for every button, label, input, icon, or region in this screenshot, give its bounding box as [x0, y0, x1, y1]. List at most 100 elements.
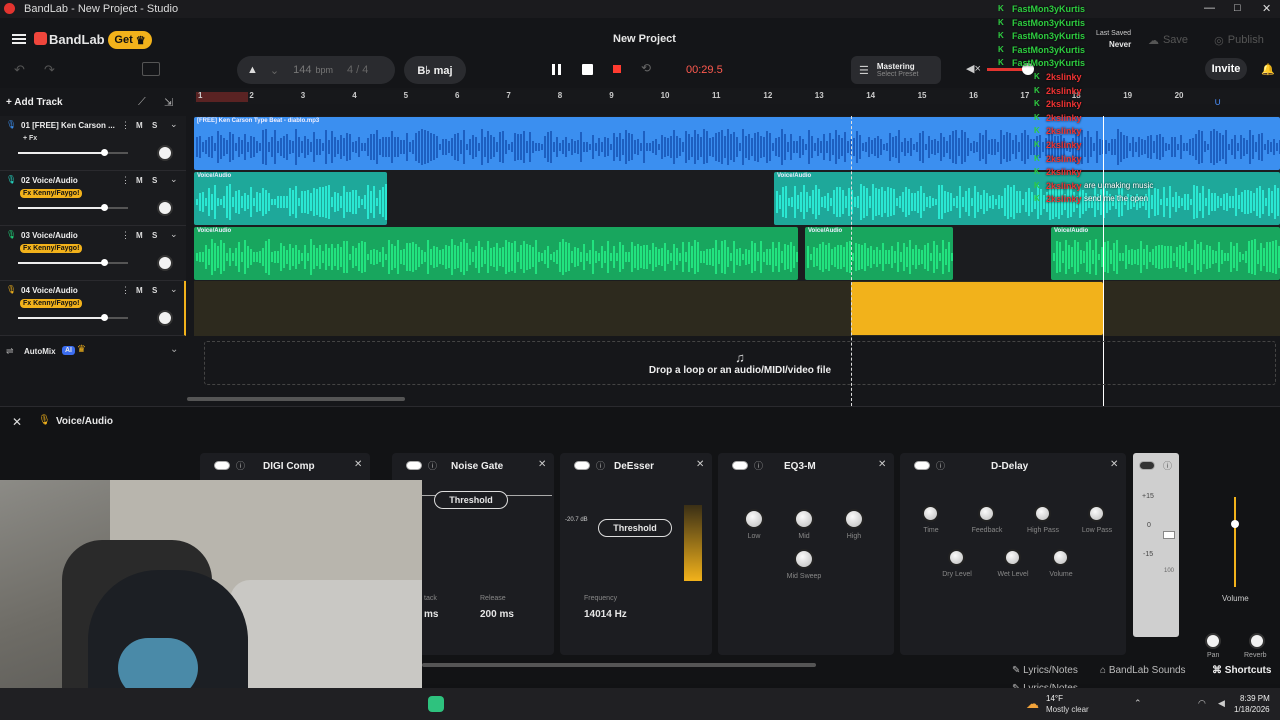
track-volume-handle[interactable] — [101, 149, 108, 156]
delay-knob[interactable] — [1052, 549, 1069, 566]
track-volume-slider[interactable] — [18, 317, 128, 319]
voice-clip[interactable]: Voice/Audio — [1051, 227, 1280, 280]
minimize-button[interactable]: — — [1204, 2, 1215, 14]
undo-icon[interactable]: ↶ — [14, 62, 25, 78]
chevron-down-icon[interactable]: ⌄ — [270, 64, 279, 77]
release-value[interactable]: 200 ms — [480, 609, 514, 620]
redo-icon[interactable]: ↷ — [44, 62, 55, 78]
track-fx-badge[interactable]: Fx Kenny/Faygo! — [20, 299, 83, 308]
track-chevron-icon[interactable]: ⌄ — [170, 174, 178, 185]
plugin-toggle[interactable] — [732, 461, 748, 470]
track-fx-badge[interactable]: + Fx — [20, 134, 40, 143]
track-fx-badge[interactable]: Fx Kenny/Faygo! — [20, 189, 83, 198]
bpm-value[interactable]: 144 — [293, 64, 311, 76]
voice-clip[interactable]: Voice/Audio — [194, 172, 387, 225]
plugin-info-icon[interactable]: ⓘ — [428, 459, 437, 472]
solo-button[interactable]: S — [152, 176, 157, 185]
delay-knob[interactable] — [922, 505, 939, 522]
volume-fader-knob[interactable] — [1231, 520, 1239, 528]
pan-knob[interactable] — [1205, 633, 1221, 649]
plugin-close-icon[interactable]: ✕ — [538, 459, 546, 470]
solo-button[interactable]: S — [152, 286, 157, 295]
delay-knob[interactable] — [1088, 505, 1105, 522]
time-signature[interactable]: 4 / 4 — [347, 64, 368, 76]
notification-bell-icon[interactable]: 🔔 — [1261, 63, 1275, 76]
solo-button[interactable]: S — [152, 121, 157, 130]
drop-zone[interactable]: ♫ Drop a loop or an audio/MIDI/video fil… — [204, 341, 1276, 385]
add-track-button[interactable]: + Add Track — [6, 97, 63, 108]
track-more-icon[interactable]: ⋮ — [121, 175, 130, 186]
eq-knob[interactable] — [794, 549, 814, 569]
track-more-icon[interactable]: ⋮ — [121, 120, 130, 131]
mute-button[interactable]: M — [136, 286, 143, 295]
scale-info-icon[interactable]: ⓘ — [1163, 459, 1172, 472]
frequency-value[interactable]: 14014 Hz — [584, 609, 627, 620]
tray-chevron-icon[interactable]: ⌃ — [1134, 698, 1142, 709]
wand-icon[interactable]: ⟋ — [138, 96, 146, 109]
plugin-info-icon[interactable]: ⓘ — [936, 459, 945, 472]
automix-row[interactable]: ⇌ AutoMix AI ♛ ⌄ — [0, 338, 186, 368]
plugin-info-icon[interactable]: ⓘ — [754, 459, 763, 472]
plugin-toggle[interactable] — [574, 461, 590, 470]
volume-mute-icon[interactable]: ◀× — [966, 62, 981, 75]
track-more-icon[interactable]: ⋮ — [121, 285, 130, 296]
stop-button[interactable] — [582, 64, 593, 75]
scale-toggle[interactable] — [1139, 461, 1155, 470]
snap-icon[interactable]: ∪ — [1214, 97, 1221, 108]
track-chevron-icon[interactable]: ⌄ — [170, 119, 178, 130]
taskbar-app-icon[interactable] — [428, 696, 444, 712]
close-window-button[interactable]: ✕ — [1262, 2, 1271, 15]
close-fx-icon[interactable]: ✕ — [12, 415, 22, 429]
plugin-info-icon[interactable]: ⓘ — [236, 459, 245, 472]
mute-button[interactable]: M — [136, 231, 143, 240]
invite-button[interactable]: Invite — [1205, 58, 1247, 80]
track-name[interactable]: 02 Voice/Audio — [21, 176, 78, 185]
track-chevron-icon[interactable]: ⌄ — [170, 284, 178, 295]
record-button[interactable] — [613, 65, 621, 73]
pause-button[interactable] — [548, 62, 566, 78]
track-pan-knob[interactable] — [157, 145, 173, 161]
track-volume-handle[interactable] — [101, 314, 108, 321]
automix-chevron-icon[interactable]: ⌄ — [170, 344, 178, 355]
track-more-icon[interactable]: ⋮ — [121, 230, 130, 241]
plugin-close-icon[interactable]: ✕ — [696, 459, 704, 470]
eq-knob[interactable] — [844, 509, 864, 529]
track-fx-badge[interactable]: Fx Kenny/Faygo! — [20, 244, 83, 253]
delay-knob[interactable] — [978, 505, 995, 522]
piano-icon[interactable] — [142, 62, 160, 76]
tray-network-icon[interactable]: ◠ — [1198, 698, 1206, 709]
mastering-selector[interactable]: ☰ Mastering Select Preset — [851, 56, 941, 84]
eq-knob[interactable] — [744, 509, 764, 529]
threshold-dropdown[interactable]: Threshold — [434, 491, 508, 509]
plugin-toggle[interactable] — [214, 461, 230, 470]
maximize-button[interactable]: □ — [1234, 2, 1241, 14]
horizontal-scrollbar[interactable] — [187, 397, 405, 401]
loop-region[interactable] — [196, 92, 248, 102]
track-pan-knob[interactable] — [157, 200, 173, 216]
bandlab-sounds-button[interactable]: ⌂ BandLab Sounds — [1100, 665, 1186, 676]
delay-knob[interactable] — [948, 549, 965, 566]
fit-view-icon[interactable]: ⇲ — [164, 96, 173, 109]
mute-button[interactable]: M — [136, 121, 143, 130]
plugin-close-icon[interactable]: ✕ — [878, 459, 886, 470]
solo-button[interactable]: S — [152, 231, 157, 240]
plugin-toggle[interactable] — [406, 461, 422, 470]
plugin-toggle[interactable] — [914, 461, 930, 470]
lyrics-notes-link[interactable]: ✎ Lyrics/Notes — [1012, 665, 1078, 676]
fx-scrollbar[interactable] — [422, 663, 816, 667]
menu-icon[interactable] — [12, 34, 26, 44]
reverb-knob[interactable] — [1249, 633, 1265, 649]
attack-value[interactable]: ms — [424, 609, 438, 620]
track-volume-slider[interactable] — [18, 152, 128, 154]
plugin-close-icon[interactable]: ✕ — [1110, 459, 1118, 470]
eq-knob[interactable] — [794, 509, 814, 529]
mute-button[interactable]: M — [136, 176, 143, 185]
metronome-icon[interactable]: ▲ — [247, 64, 258, 76]
track-pan-knob[interactable] — [157, 255, 173, 271]
recording-clip[interactable] — [851, 282, 1103, 335]
track-chevron-icon[interactable]: ⌄ — [170, 229, 178, 240]
track-volume-handle[interactable] — [101, 259, 108, 266]
volume-fader-track[interactable] — [1234, 497, 1236, 587]
track-volume-handle[interactable] — [101, 204, 108, 211]
track-volume-slider[interactable] — [18, 262, 128, 264]
